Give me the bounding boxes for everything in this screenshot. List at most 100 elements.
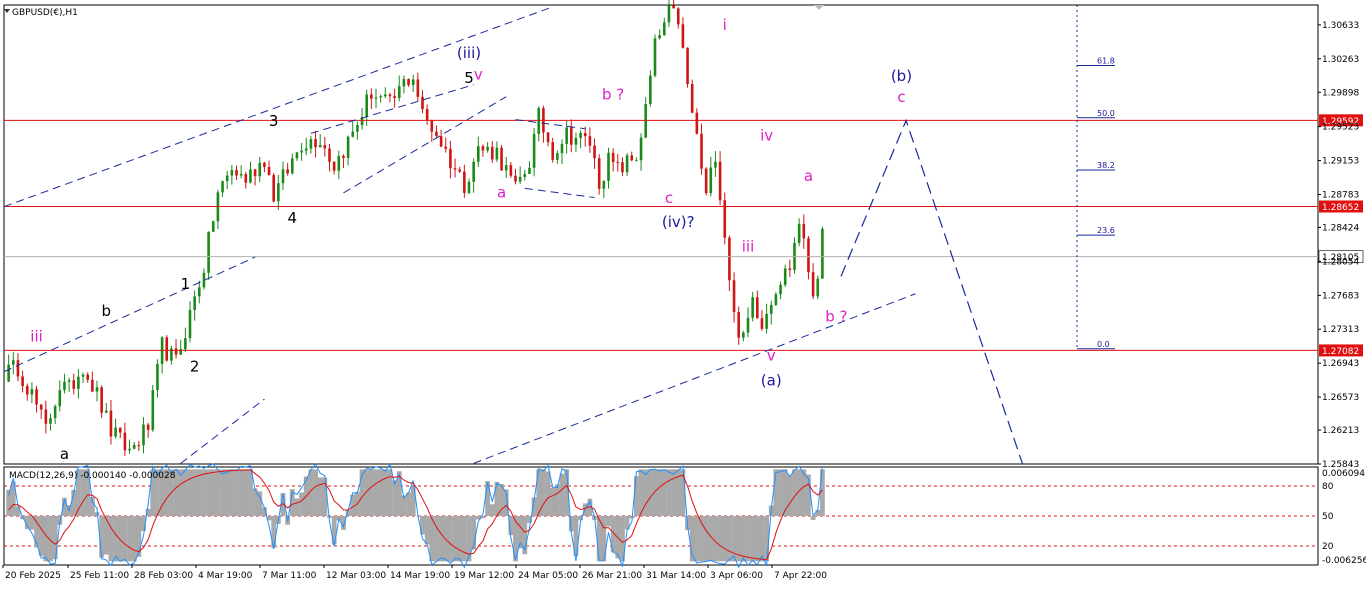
candle-body [174,348,178,355]
candle-body [202,272,206,288]
candle-body [184,338,187,350]
macd-bar [601,516,607,562]
candle-body [802,223,806,239]
time-tick-label: 26 Mar 21:00 [582,571,642,581]
candle-body [30,389,34,395]
candle-body [751,297,754,318]
candle-body [449,148,452,169]
candle-body [156,363,159,391]
candle-body [593,145,596,159]
chart-canvas[interactable]: 61.850.038.223.60.0(iii)5 v34b ?a c(iv)?ii… [0,0,1366,588]
price-tick-label: 1.29523 [1322,123,1359,133]
symbol-label: GBPUSD(€),H1 [12,8,78,18]
macd-bar [434,516,439,562]
macd-bar [652,469,658,516]
candle-body [490,146,494,160]
macd-bar [178,469,184,516]
candle-body [495,147,499,160]
wave-label: iv [760,127,773,145]
candle-body [244,174,248,183]
candle-body [25,386,29,395]
wave-label: b ? [602,85,624,103]
fib-level-label: 50.0 [1097,109,1115,118]
candle-body [597,158,601,189]
candle-body [579,133,582,139]
candle-body [58,390,62,407]
candle [816,275,820,300]
macd-bar [38,516,44,556]
macd-bar [740,516,746,562]
time-tick-label: 7 Apr 22:00 [774,571,827,581]
candle-body [602,180,606,189]
candle-body [39,404,43,410]
candle-body [235,170,238,176]
candle-body [411,79,415,86]
candle-body [193,296,196,310]
time-tick-label: 7 Mar 11:00 [262,571,317,581]
macd-bar [671,469,676,516]
macd-bar [694,516,700,562]
candle-body [607,152,610,181]
macd-bar [661,469,667,516]
macd-bar [43,516,49,562]
macd-tick-label: 50 [1322,512,1334,522]
macd-bar [15,506,21,516]
fib-level-label: 23.6 [1097,226,1115,235]
candle-body [309,139,313,149]
wave-label: 2 [190,358,200,376]
macd-bar [317,477,323,516]
macd-bar [368,469,374,516]
wave-label: (iii) [457,44,481,62]
price-tick-label: 1.26213 [1322,426,1359,436]
macd-bar [131,516,137,562]
candle-body [816,278,820,297]
candle-body [430,120,434,132]
macd-bar [238,469,244,516]
candle-body [709,167,713,194]
candle-body [635,160,638,162]
macd-bar [727,516,732,562]
candle-body [165,337,169,361]
time-tick-label: 12 Mar 03:00 [326,571,386,581]
candle-body [342,155,345,158]
candle-body [421,96,424,110]
candle-body [249,169,252,183]
wave-label: b [102,302,112,320]
candle-body [546,132,550,143]
candle-body [67,380,71,382]
candle-body [560,143,564,154]
candle-body [746,317,750,333]
candle-body [35,389,38,405]
macd-bar [224,469,230,516]
candle-body [779,284,782,295]
macd-bar [545,471,551,516]
macd-bar [820,469,825,516]
macd-bar [429,516,435,562]
candle-body [295,152,299,159]
candle-body [811,272,815,297]
candle-body [105,410,108,413]
candle-body [704,168,708,194]
macd-bar [647,469,653,516]
wave-label: a [804,167,813,185]
candle-body [188,309,192,339]
candle-body [700,133,703,169]
candle-body [374,97,378,99]
price-tick-label: 1.28424 [1322,223,1359,233]
macd-bar [373,469,379,516]
candle-body [21,376,24,387]
candle-body [12,360,15,365]
candle-body [351,131,355,137]
wave-label: c [665,189,673,207]
wave-label: v [474,65,483,83]
candle-body [486,146,489,151]
candle-body [230,170,234,176]
chart-window[interactable]: 61.8 50.0 38.2 23.6 0.0 (iii) 5 v 3 4 b ? a c (iv)? i i… [0,0,1366,588]
macd-tick-label: 20 [1322,542,1334,552]
macd-bar [703,516,709,562]
macd-bar [554,484,560,516]
candle-body [91,379,94,392]
macd-bar [117,516,123,562]
macd-bar [754,516,760,562]
macd-bar [657,469,663,516]
